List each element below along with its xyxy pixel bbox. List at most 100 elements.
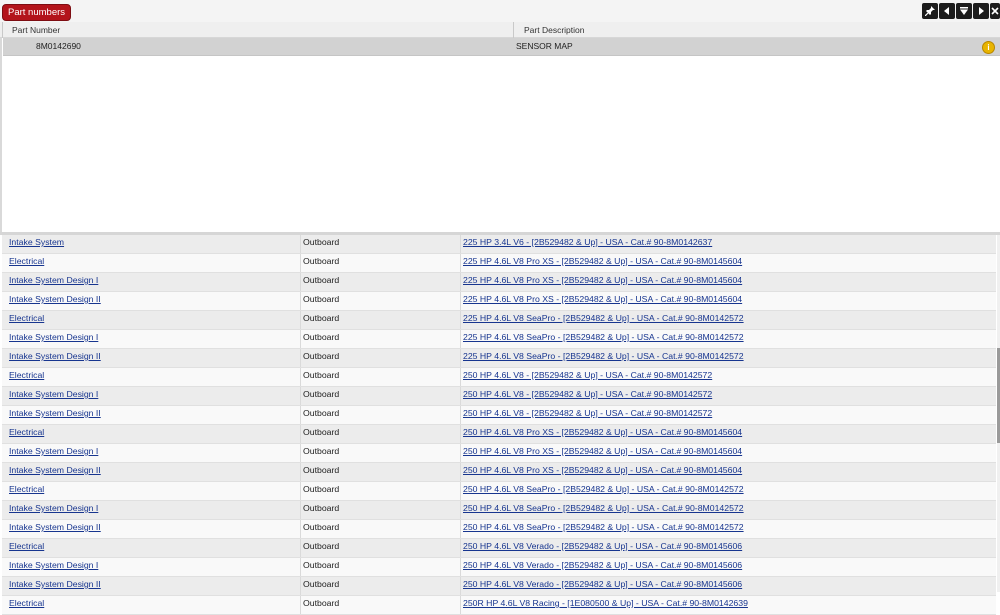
assembly-group-link[interactable]: Intake System Design II — [9, 520, 101, 535]
table-row: Electrical Outboard 250 HP 4.6L V8 Verado … — [2, 539, 996, 558]
assembly-group-link[interactable]: Intake System Design I — [9, 387, 98, 402]
pin-icon — [925, 6, 935, 16]
assembly-group-link[interactable]: Electrical — [9, 254, 44, 269]
assembly-group-link[interactable]: Electrical — [9, 539, 44, 554]
model-catalog-link[interactable]: 250 HP 4.6L V8 - [2B529482 & Up] - USA -… — [463, 406, 712, 421]
model-catalog-link[interactable]: 250 HP 4.6L V8 SeaPro - [2B529482 & Up] … — [463, 520, 744, 535]
engine-type-cell: Outboard — [303, 275, 340, 285]
header-bar: Part numbers — [0, 0, 1000, 23]
column-divider[interactable] — [513, 22, 514, 38]
column-divider — [300, 463, 301, 481]
engine-type-cell: Outboard — [303, 294, 340, 304]
table-row-selected[interactable]: 8M0142690 SENSOR MAP i — [3, 38, 1000, 56]
table-row: Intake System Design II Outboard 250 HP 4.… — [2, 463, 996, 482]
part-number-cell: 8M0142690 — [36, 41, 81, 51]
engine-type-cell: Outboard — [303, 351, 340, 361]
previous-button[interactable] — [939, 3, 955, 19]
model-catalog-link[interactable]: 250 HP 4.6L V8 Verado - [2B529482 & Up] … — [463, 577, 742, 592]
engine-type-cell: Outboard — [303, 332, 340, 342]
engine-type-cell: Outboard — [303, 313, 340, 323]
close-button[interactable] — [990, 3, 1000, 19]
model-catalog-link[interactable]: 250 HP 4.6L V8 - [2B529482 & Up] - USA -… — [463, 387, 712, 402]
column-divider — [460, 235, 461, 253]
column-divider — [460, 425, 461, 443]
column-divider — [300, 558, 301, 576]
model-catalog-link[interactable]: 250R HP 4.6L V8 Racing - [1E080500 & Up]… — [463, 596, 748, 611]
part-numbers-tab[interactable]: Part numbers — [2, 4, 72, 21]
engine-type-cell: Outboard — [303, 237, 340, 247]
assembly-group-link[interactable]: Intake System Design II — [9, 292, 101, 307]
model-catalog-link[interactable]: 250 HP 4.6L V8 Verado - [2B529482 & Up] … — [463, 539, 742, 554]
assembly-group-link[interactable]: Intake System — [9, 235, 64, 250]
engine-type-cell: Outboard — [303, 446, 340, 456]
assembly-group-link[interactable]: Intake System Design I — [9, 558, 98, 573]
model-catalog-link[interactable]: 250 HP 4.6L V8 Verado - [2B529482 & Up] … — [463, 558, 742, 573]
model-catalog-link[interactable]: 225 HP 4.6L V8 SeaPro - [2B529482 & Up] … — [463, 330, 744, 345]
assembly-group-link[interactable]: Electrical — [9, 482, 44, 497]
column-header-part-number[interactable]: Part Number — [12, 22, 60, 37]
engine-type-cell: Outboard — [303, 598, 340, 608]
model-catalog-link[interactable]: 225 HP 3.4L V6 - [2B529482 & Up] - USA -… — [463, 235, 712, 250]
pin-button[interactable] — [922, 3, 938, 19]
assembly-group-link[interactable]: Intake System Design I — [9, 330, 98, 345]
table-row: Electrical Outboard 225 HP 4.6L V8 SeaPro … — [2, 311, 996, 330]
table-row: Intake System Design I Outboard 250 HP 4.6… — [2, 444, 996, 463]
model-catalog-link[interactable]: 225 HP 4.6L V8 SeaPro - [2B529482 & Up] … — [463, 349, 744, 364]
assembly-group-link[interactable]: Intake System Design I — [9, 273, 98, 288]
assembly-group-link[interactable]: Electrical — [9, 311, 44, 326]
model-catalog-link[interactable]: 250 HP 4.6L V8 Pro XS - [2B529482 & Up] … — [463, 463, 742, 478]
model-catalog-link[interactable]: 250 HP 4.6L V8 SeaPro - [2B529482 & Up] … — [463, 482, 744, 497]
assembly-group-link[interactable]: Electrical — [9, 368, 44, 383]
info-icon[interactable]: i — [982, 41, 995, 54]
table-row: Intake System Design I Outboard 225 HP 4.6… — [2, 330, 996, 349]
column-divider — [300, 387, 301, 405]
table-row: Intake System Outboard 225 HP 3.4L V6 - [2… — [2, 235, 996, 254]
assembly-group-link[interactable]: Intake System Design II — [9, 406, 101, 421]
table-row: Electrical Outboard 250 HP 4.6L V8 SeaPro … — [2, 482, 996, 501]
assembly-group-link[interactable]: Intake System Design I — [9, 501, 98, 516]
model-catalog-link[interactable]: 250 HP 4.6L V8 SeaPro - [2B529482 & Up] … — [463, 501, 744, 516]
model-catalog-link[interactable]: 250 HP 4.6L V8 - [2B529482 & Up] - USA -… — [463, 368, 712, 383]
assembly-group-link[interactable]: Electrical — [9, 425, 44, 440]
engine-type-cell: Outboard — [303, 389, 340, 399]
column-divider — [300, 501, 301, 519]
model-catalog-link[interactable]: 250 HP 4.6L V8 Pro XS - [2B529482 & Up] … — [463, 425, 742, 440]
model-catalog-link[interactable]: 225 HP 4.6L V8 Pro XS - [2B529482 & Up] … — [463, 254, 742, 269]
model-catalog-link[interactable]: 225 HP 4.6L V8 Pro XS - [2B529482 & Up] … — [463, 292, 742, 307]
next-button[interactable] — [973, 3, 989, 19]
assembly-group-link[interactable]: Intake System Design II — [9, 349, 101, 364]
table-row: Electrical Outboard 250R HP 4.6L V8 Racing… — [2, 596, 996, 615]
table-row: Intake System Design II Outboard 225 HP 4.… — [2, 292, 996, 311]
column-divider — [300, 273, 301, 291]
column-divider — [300, 254, 301, 272]
arrow-right-icon — [979, 7, 984, 15]
column-divider — [460, 463, 461, 481]
column-divider — [300, 520, 301, 538]
column-divider — [460, 387, 461, 405]
assembly-group-link[interactable]: Intake System Design II — [9, 577, 101, 592]
column-divider — [300, 425, 301, 443]
model-catalog-link[interactable]: 225 HP 4.6L V8 SeaPro - [2B529482 & Up] … — [463, 311, 744, 326]
model-catalog-link[interactable]: 250 HP 4.6L V8 Pro XS - [2B529482 & Up] … — [463, 444, 742, 459]
assembly-group-link[interactable]: Intake System Design I — [9, 444, 98, 459]
column-divider — [300, 482, 301, 500]
assembly-group-link[interactable]: Intake System Design II — [9, 463, 101, 478]
column-divider — [460, 596, 461, 614]
column-header-part-description[interactable]: Part Description — [524, 22, 584, 37]
assembly-group-link[interactable]: Electrical — [9, 596, 44, 611]
parts-table-header: Part Number Part Description — [0, 22, 1000, 38]
table-row: Intake System Design I Outboard 250 HP 4.6… — [2, 501, 996, 520]
column-divider — [460, 539, 461, 557]
engine-type-cell: Outboard — [303, 427, 340, 437]
column-divider — [460, 406, 461, 424]
table-row: Electrical Outboard 225 HP 4.6L V8 Pro XS … — [2, 254, 996, 273]
column-divider — [460, 254, 461, 272]
engine-type-cell: Outboard — [303, 560, 340, 570]
column-divider — [460, 330, 461, 348]
engine-type-cell: Outboard — [303, 522, 340, 532]
model-catalog-link[interactable]: 225 HP 4.6L V8 Pro XS - [2B529482 & Up] … — [463, 273, 742, 288]
table-row: Intake System Design II Outboard 250 HP 4.… — [2, 406, 996, 425]
column-divider — [460, 520, 461, 538]
column-divider — [300, 235, 301, 253]
filter-button[interactable] — [956, 3, 972, 19]
